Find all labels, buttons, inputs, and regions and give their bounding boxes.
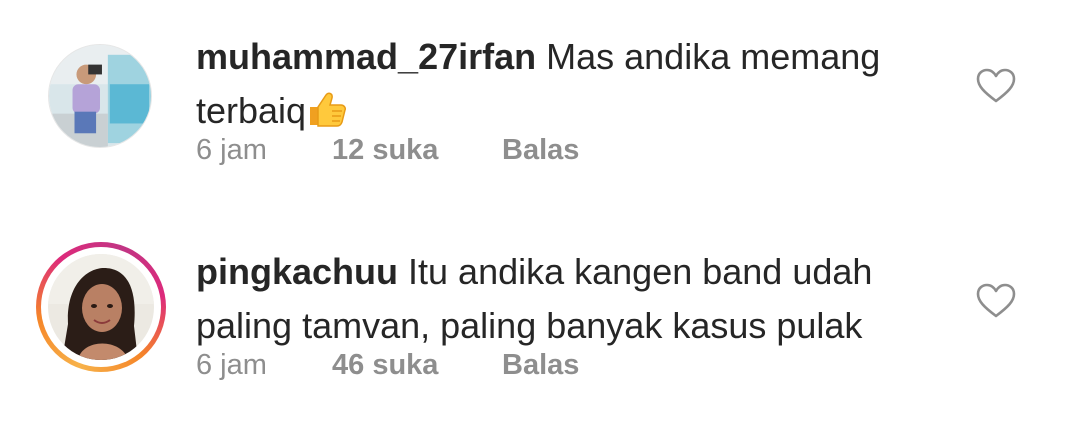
comment-text: muhammad_27irfan Mas andika memang terbai… [196, 30, 956, 138]
comment-text: pingkachuu Itu andika kangen band udah pa… [196, 245, 956, 353]
comment-time: 6 jam [196, 134, 267, 166]
avatar-story-ring[interactable] [36, 242, 166, 372]
avatar[interactable] [44, 40, 156, 152]
comment-time: 6 jam [196, 349, 267, 381]
heart-outline-icon[interactable] [976, 283, 1016, 319]
comment-username[interactable]: muhammad_27irfan [196, 36, 536, 77]
reply-button[interactable]: Balas [502, 134, 579, 167]
avatar [48, 254, 154, 360]
comment-likes-count[interactable]: 12 suka [332, 134, 438, 167]
thumbs-up-emoji-icon [306, 88, 347, 127]
reply-button[interactable]: Balas [502, 349, 579, 382]
comment-username[interactable]: pingkachuu [196, 251, 398, 292]
comment-likes-count[interactable]: 46 suka [332, 349, 438, 382]
heart-outline-icon[interactable] [976, 68, 1016, 104]
